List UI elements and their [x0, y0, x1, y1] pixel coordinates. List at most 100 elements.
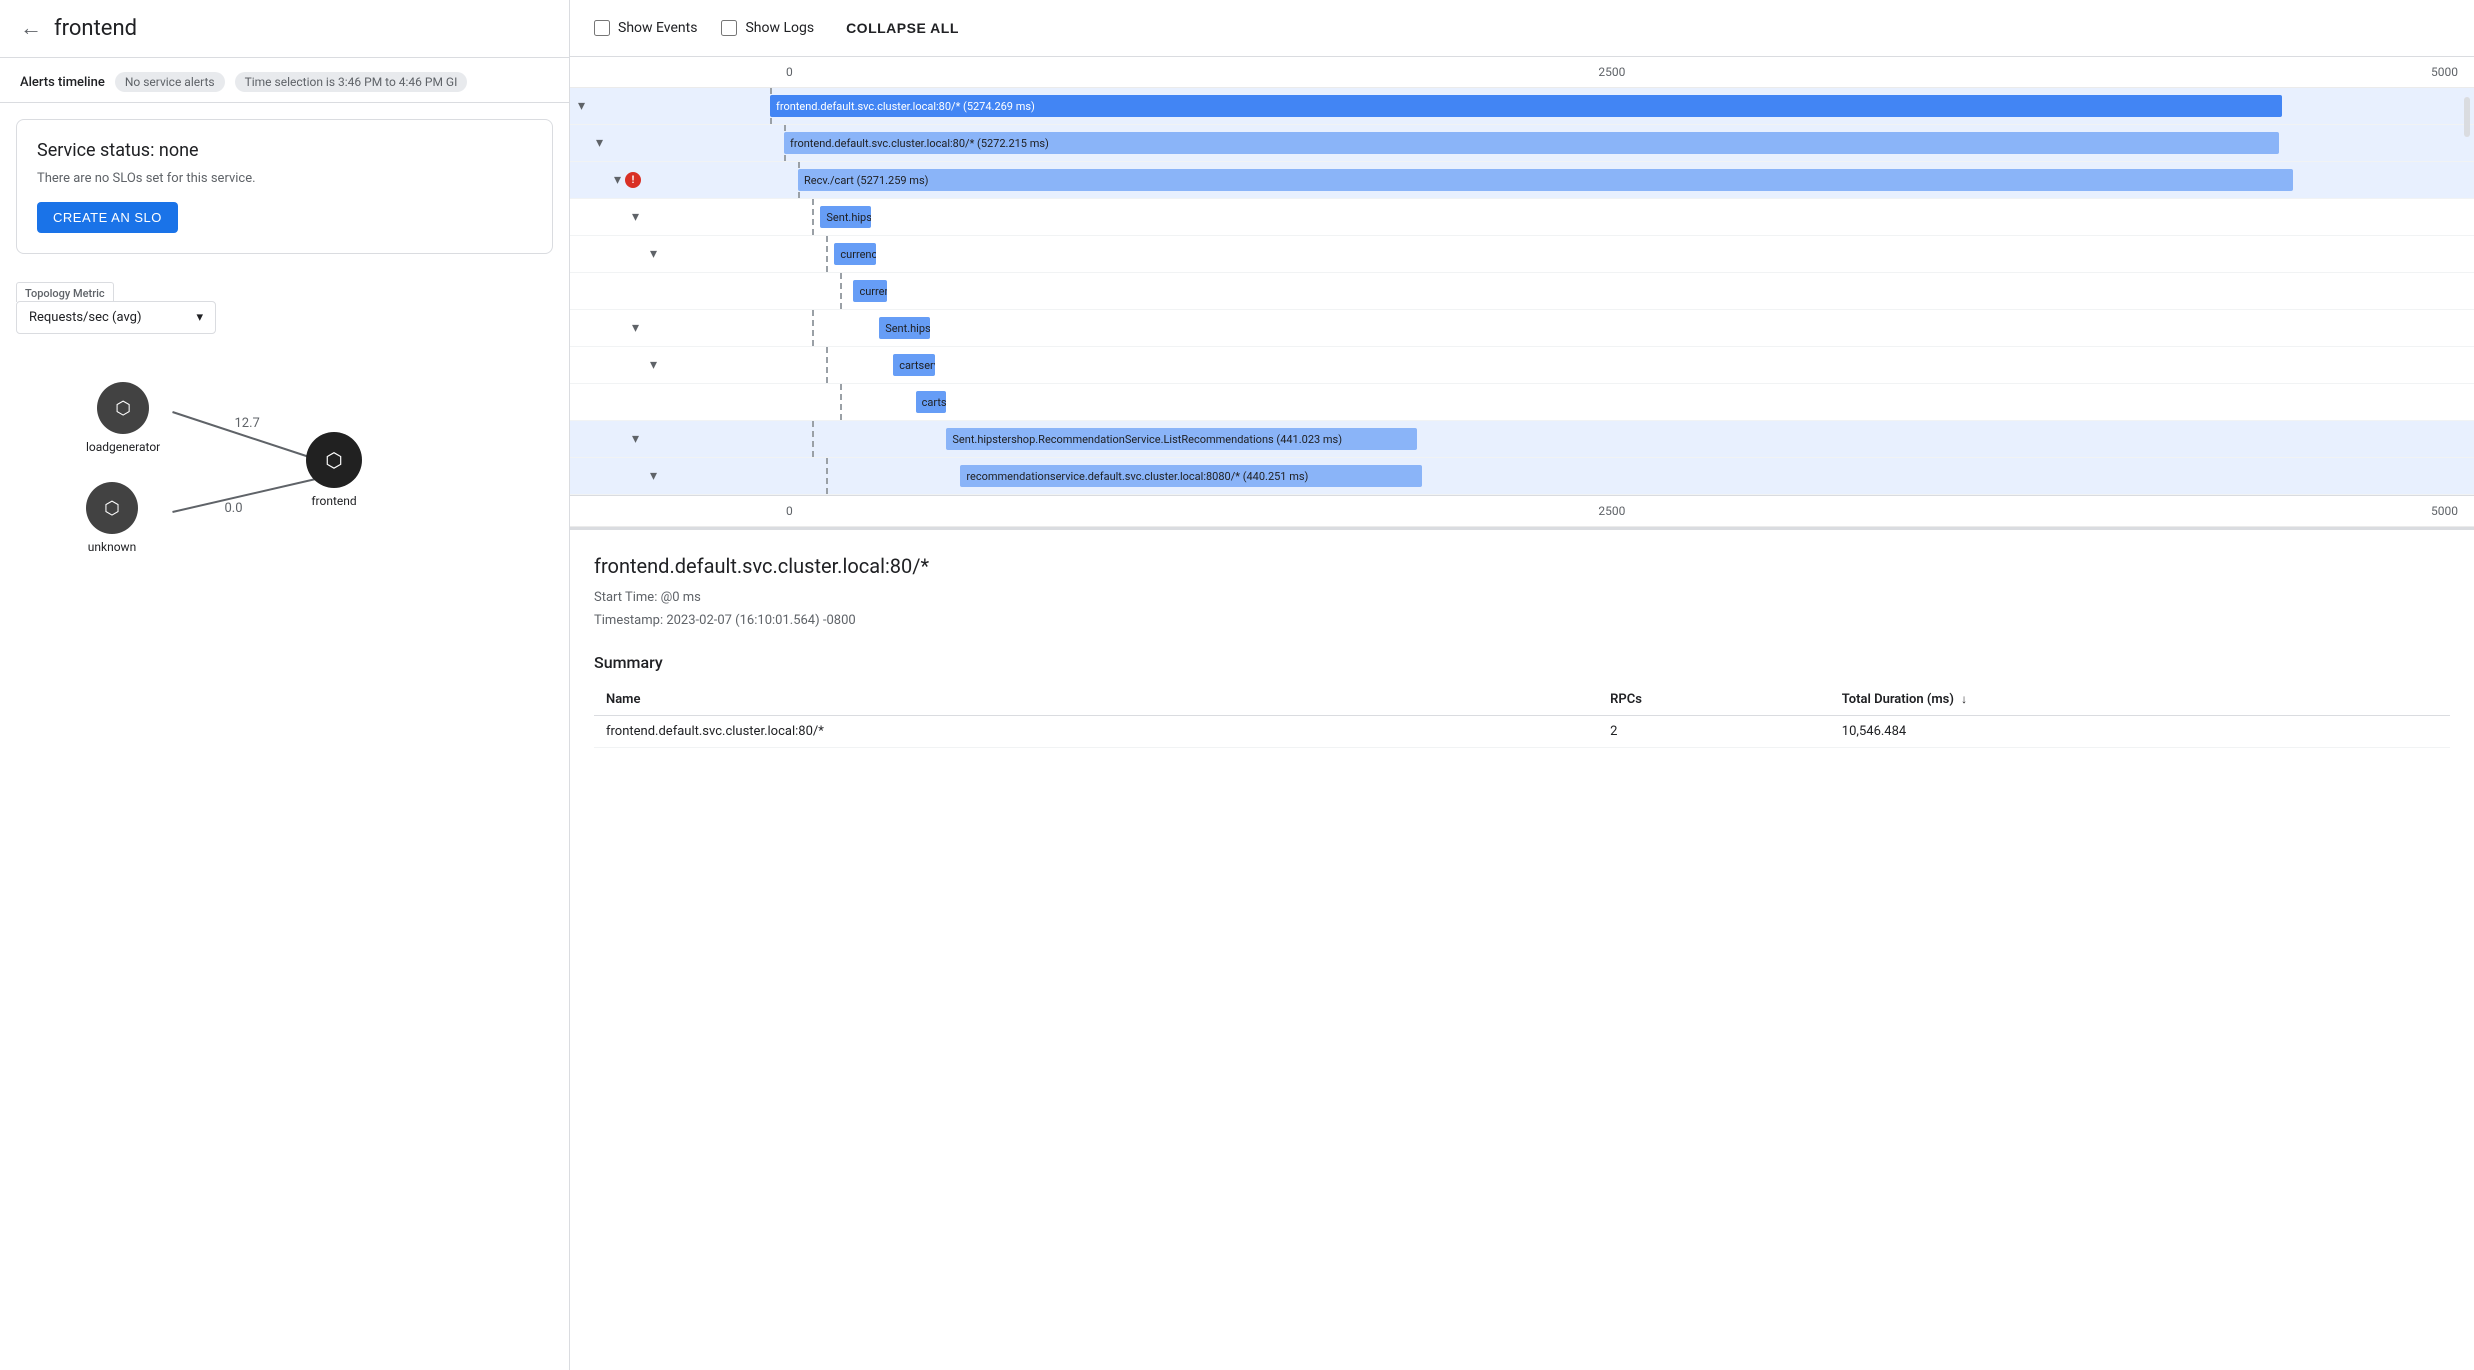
show-events-label[interactable]: Show Events: [618, 20, 697, 36]
trace-bar-area: currencyservice.default.svc.cluster.loca…: [826, 236, 2474, 272]
trace-bar: currencyservice.default.svc.cluster.loca…: [853, 280, 887, 302]
chevron-icon[interactable]: ▾: [614, 172, 621, 188]
alerts-row: Alerts timeline No service alerts Time s…: [20, 72, 549, 92]
alerts-label: Alerts timeline: [20, 75, 105, 90]
topology-graph: 12.7 0.0 ⬡ loadgenerator ⬡ unknown ⬡ fro…: [16, 342, 553, 562]
trace-row[interactable]: ▾ cartservice.default.svc.cluster.local:7…: [570, 347, 2474, 384]
trace-row[interactable]: ▾frontend.default.svc.cluster.local:80/*…: [570, 125, 2474, 162]
show-logs-group: Show Logs: [721, 20, 814, 36]
trace-row[interactable]: ▾ frontend.default.svc.cluster.local:80/*…: [570, 88, 2474, 125]
node-circle-frontend: ⬡: [306, 432, 362, 488]
col-header-rpcs: RPCs: [1598, 684, 1830, 716]
chevron-icon[interactable]: ▾: [650, 468, 657, 484]
trace-row-label-area: ▾: [570, 431, 812, 447]
trace-row[interactable]: ▾ recommendationservice.default.svc.clust…: [570, 458, 2474, 495]
trace-row[interactable]: ▾ Sent.hipstershop.RecommendationService.…: [570, 421, 2474, 458]
chevron-icon[interactable]: ▾: [578, 98, 585, 114]
chevron-icon[interactable]: ▾: [596, 135, 603, 151]
axis-bottom-2500: 2500: [1598, 504, 1625, 518]
chevron-down-icon: ▾: [196, 310, 203, 325]
trace-bar-area: Sent.hipstershop.CurrencyService.GetSupp…: [812, 199, 2474, 235]
summary-rpcs-cell: 2: [1598, 715, 1830, 747]
trace-bar: Sent.hipstershop.RecommendationService.L…: [946, 428, 1416, 450]
col-header-duration: Total Duration (ms) ↓: [1830, 684, 2450, 716]
create-slo-button[interactable]: CREATE AN SLO: [37, 202, 178, 233]
trace-header: Show Events Show Logs COLLAPSE ALL: [570, 0, 2474, 57]
dashed-reference-line: [840, 273, 842, 309]
summary-duration-cell: 10,546.484: [1830, 715, 2450, 747]
back-icon[interactable]: ←: [20, 18, 42, 40]
right-panel: Show Events Show Logs COLLAPSE ALL 0 250…: [570, 0, 2474, 1370]
summary-name-cell: frontend.default.svc.cluster.local:80/*: [594, 715, 1598, 747]
collapse-all-button[interactable]: COLLAPSE ALL: [838, 16, 967, 40]
svg-text:0.0: 0.0: [225, 501, 243, 516]
node-frontend[interactable]: ⬡ frontend: [306, 432, 362, 508]
summary-title: Summary: [594, 653, 2450, 672]
trace-row[interactable]: cartservice.default.svc.cluster.local:70…: [570, 384, 2474, 421]
chevron-icon[interactable]: ▾: [650, 246, 657, 262]
scrollbar-hint: [2464, 97, 2470, 137]
trace-bar-area: Recv./cart (5271.259 ms): [798, 162, 2474, 198]
topology-metric-label: Topology Metric: [16, 282, 114, 302]
show-logs-checkbox[interactable]: [721, 20, 737, 36]
trace-row-label-area: ▾: [570, 246, 826, 262]
timestamp: Timestamp: 2023-02-07 (16:10:01.564) -08…: [594, 609, 2450, 632]
trace-row-label-area: ▾: [570, 357, 826, 373]
trace-row[interactable]: ▾ Sent.hipstershop.CurrencyService.GetSup…: [570, 199, 2474, 236]
trace-bar: Sent.hipstershop.CurrencyService.GetSupp…: [820, 206, 870, 228]
trace-row[interactable]: ▾!Recv./cart (5271.259 ms): [570, 162, 2474, 199]
node-label-frontend: frontend: [311, 494, 356, 508]
error-icon: !: [625, 172, 641, 188]
node-unknown[interactable]: ⬡ unknown: [86, 482, 138, 554]
topology-section: Topology Metric Requests/sec (avg) ▾: [0, 270, 569, 342]
trace-row-label-area: ▾: [570, 209, 812, 225]
trace-row-label-area: ▾: [570, 468, 826, 484]
trace-bar: frontend.default.svc.cluster.local:80/* …: [770, 95, 2282, 117]
trace-bar: recommendationservice.default.svc.cluste…: [960, 465, 1422, 487]
chevron-icon[interactable]: ▾: [632, 209, 639, 225]
axis-label-5000: 5000: [2431, 65, 2458, 79]
trace-row-label-area: ▾: [570, 320, 812, 336]
show-logs-label[interactable]: Show Logs: [745, 20, 814, 36]
node-circle-loadgenerator: ⬡: [97, 382, 149, 434]
axis-row-bottom: 0 2500 5000: [570, 496, 2474, 527]
svg-text:12.7: 12.7: [235, 416, 260, 431]
sort-icon[interactable]: ↓: [1961, 692, 1967, 706]
trace-bar: Sent.hipstershop.CartService.GetCart (4.…: [879, 317, 929, 339]
summary-table-row: frontend.default.svc.cluster.local:80/*2…: [594, 715, 2450, 747]
trace-row[interactable]: ▾ currencyservice.default.svc.cluster.loc…: [570, 236, 2474, 273]
show-events-checkbox[interactable]: [594, 20, 610, 36]
dashed-reference-line: [826, 458, 828, 494]
time-selection-badge: Time selection is 3:46 PM to 4:46 PM GI: [235, 72, 468, 92]
trace-row[interactable]: currencyservice.default.svc.cluster.loca…: [570, 273, 2474, 310]
trace-bar-area: cartservice.default.svc.cluster.local:70…: [826, 347, 2474, 383]
col-header-name: Name: [594, 684, 1598, 716]
page-title: frontend: [54, 16, 137, 41]
chevron-icon[interactable]: ▾: [650, 357, 657, 373]
axis-bottom-0: 0: [786, 504, 793, 518]
chevron-icon[interactable]: ▾: [632, 320, 639, 336]
detail-panel: frontend.default.svc.cluster.local:80/* …: [570, 527, 2474, 1370]
trace-bar: Recv./cart (5271.259 ms): [798, 169, 2293, 191]
dashed-reference-line: [812, 310, 814, 346]
topology-metric-value: Requests/sec (avg): [29, 310, 142, 325]
summary-table-body: frontend.default.svc.cluster.local:80/*2…: [594, 715, 2450, 747]
trace-bar: cartservice.default.svc.cluster.local:70…: [916, 391, 946, 413]
trace-row[interactable]: ▾ Sent.hipstershop.CartService.GetCart (4…: [570, 310, 2474, 347]
service-status-title: Service status: none: [37, 140, 532, 161]
topology-metric-select[interactable]: Requests/sec (avg) ▾: [16, 301, 216, 334]
top-bar: ← frontend: [0, 0, 569, 58]
show-events-group: Show Events: [594, 20, 697, 36]
node-loadgenerator[interactable]: ⬡ loadgenerator: [86, 382, 160, 454]
trace-rows-container: ▾ frontend.default.svc.cluster.local:80/*…: [570, 88, 2474, 495]
axis-label-0: 0: [786, 65, 793, 79]
dashed-reference-line: [812, 199, 814, 235]
trace-row-label-area: ▾: [570, 98, 770, 114]
trace-bar-area: Sent.hipstershop.RecommendationService.L…: [812, 421, 2474, 457]
trace-row-label-area: ▾!: [570, 172, 798, 188]
dashed-reference-line: [840, 384, 842, 420]
trace-row-label-area: ▾: [570, 135, 784, 151]
chevron-icon[interactable]: ▾: [632, 431, 639, 447]
service-status-desc: There are no SLOs set for this service.: [37, 171, 532, 186]
trace-bar-area: currencyservice.default.svc.cluster.loca…: [840, 273, 2474, 309]
